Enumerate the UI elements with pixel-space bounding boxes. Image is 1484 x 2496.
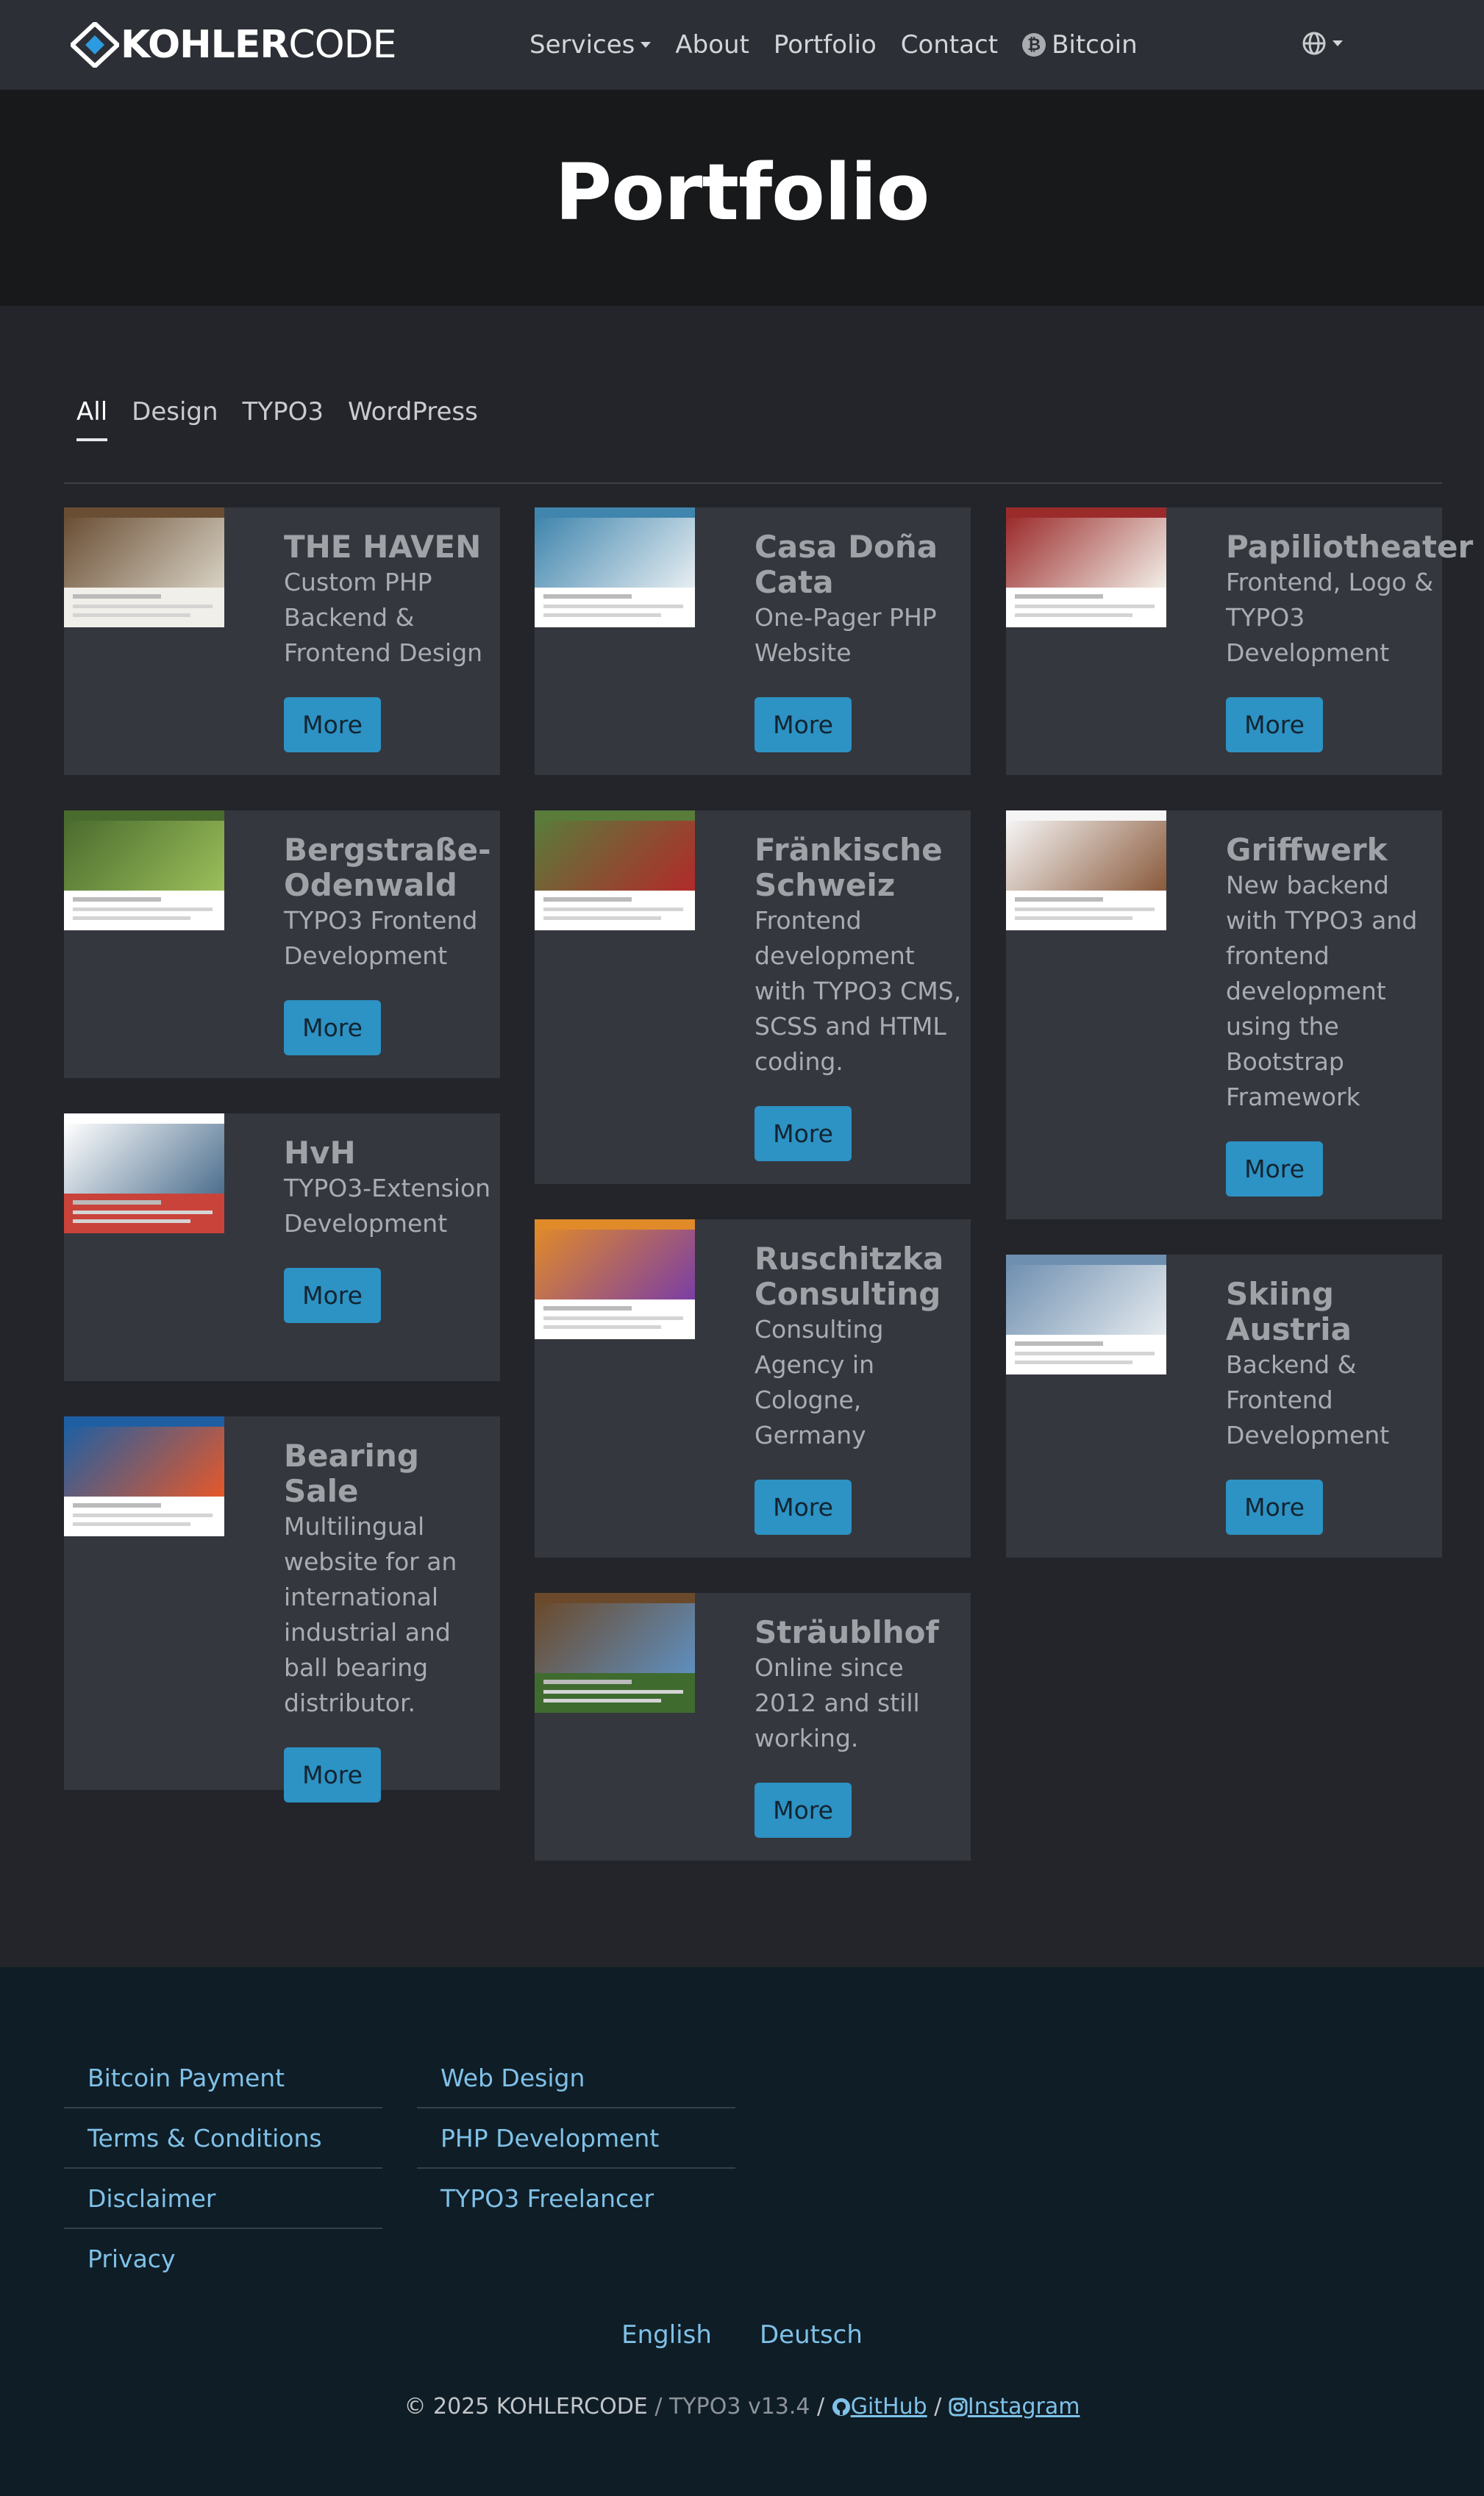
footer-service-links: Web Design PHP Development TYPO3 Freelan… bbox=[417, 2048, 735, 2229]
footer-legal-links: Bitcoin Payment Terms & Conditions Discl… bbox=[64, 2048, 382, 2289]
project-title: Papiliotheater bbox=[1226, 529, 1474, 565]
project-title: Bergstraße-Odenwald bbox=[284, 832, 491, 903]
project-title: Bearing Sale bbox=[284, 1438, 419, 1509]
project-description: TYPO3-Extension Development bbox=[284, 1174, 491, 1238]
project-description: New backend with TYPO3 and frontend deve… bbox=[1226, 871, 1418, 1111]
brand-logo-link[interactable]: KOHLERCODE bbox=[71, 22, 397, 68]
language-english-link[interactable]: English bbox=[621, 2320, 712, 2350]
language-deutsch-link[interactable]: Deutsch bbox=[760, 2320, 863, 2350]
github-link[interactable]: GitHub bbox=[832, 2394, 927, 2420]
instagram-icon bbox=[949, 2397, 968, 2417]
project-description: Backend & Frontend Development bbox=[1226, 1350, 1390, 1450]
project-title: Casa Doña Cata bbox=[755, 529, 938, 600]
site-footer: Bitcoin Payment Terms & Conditions Discl… bbox=[0, 1967, 1484, 2496]
footer-link-bitcoin-payment[interactable]: Bitcoin Payment bbox=[64, 2048, 382, 2108]
project-description: One-Pager PHP Website bbox=[755, 603, 937, 667]
top-navbar: KOHLERCODE Services About Portfolio Cont… bbox=[0, 0, 1484, 90]
filter-divider bbox=[64, 482, 1442, 484]
more-button[interactable]: More bbox=[284, 697, 381, 752]
nav-portfolio[interactable]: Portfolio bbox=[774, 30, 877, 60]
project-description: Consulting Agency in Cologne, Germany bbox=[755, 1315, 884, 1450]
more-button[interactable]: More bbox=[1226, 697, 1323, 752]
project-thumbnail[interactable] bbox=[64, 810, 224, 930]
project-thumbnail[interactable] bbox=[1006, 1255, 1166, 1374]
chevron-down-icon bbox=[1333, 40, 1343, 46]
project-description: Online since 2012 and still working. bbox=[755, 1653, 920, 1752]
filter-tab-all[interactable]: All bbox=[76, 397, 108, 441]
chevron-down-icon bbox=[641, 42, 652, 48]
portfolio-card: Sträublhof Online since 2012 and still w… bbox=[535, 1593, 971, 1861]
portfolio-card: Bergstraße-Odenwald TYPO3 Frontend Devel… bbox=[64, 810, 500, 1078]
footer-link-disclaimer[interactable]: Disclaimer bbox=[64, 2169, 382, 2229]
nav-services-dropdown[interactable]: Services bbox=[529, 30, 652, 60]
project-thumbnail[interactable] bbox=[535, 810, 695, 930]
copyright-text: © 2025 KOHLERCODE bbox=[404, 2394, 648, 2420]
github-icon bbox=[832, 2398, 850, 2416]
footer-link-php-development[interactable]: PHP Development bbox=[417, 2108, 735, 2169]
more-button[interactable]: More bbox=[284, 1747, 381, 1803]
kohlercode-logo-icon bbox=[71, 22, 119, 68]
nav-about[interactable]: About bbox=[675, 30, 749, 60]
project-thumbnail[interactable] bbox=[535, 1219, 695, 1339]
more-button[interactable]: More bbox=[755, 697, 852, 752]
project-description: Frontend, Logo & TYPO3 Development bbox=[1226, 568, 1433, 667]
portfolio-card: Fränkische Schweiz Frontend development … bbox=[535, 810, 971, 1184]
portfolio-card: Bearing Sale Multilingual website for an… bbox=[64, 1416, 500, 1803]
more-button[interactable]: More bbox=[755, 1783, 852, 1838]
bitcoin-icon: ₿ bbox=[1022, 33, 1046, 57]
project-description: Multilingual website for an internationa… bbox=[284, 1512, 457, 1717]
portfolio-card: THE HAVEN Custom PHP Backend & Frontend … bbox=[64, 507, 500, 775]
more-button[interactable]: More bbox=[1226, 1141, 1323, 1197]
project-thumbnail[interactable] bbox=[1006, 507, 1166, 627]
language-dropdown[interactable] bbox=[1302, 31, 1343, 56]
more-button[interactable]: More bbox=[284, 1268, 381, 1323]
project-title: Sträublhof bbox=[755, 1614, 939, 1650]
globe-icon bbox=[1302, 32, 1326, 55]
portfolio-card: Skiing Austria Backend & Frontend Develo… bbox=[1006, 1255, 1442, 1558]
instagram-link[interactable]: Instagram bbox=[949, 2394, 1080, 2420]
main-nav: Services About Portfolio Contact ₿ Bitcoi… bbox=[529, 25, 1162, 65]
project-thumbnail[interactable] bbox=[64, 1113, 224, 1233]
portfolio-filter-tabs: All Design TYPO3 WordPress bbox=[76, 397, 502, 441]
project-title: Ruschitzka Consulting bbox=[755, 1241, 944, 1312]
more-button[interactable]: More bbox=[284, 1000, 381, 1055]
project-thumbnail[interactable] bbox=[1006, 810, 1166, 930]
page-title: Portfolio bbox=[554, 147, 930, 238]
footer-link-web-design[interactable]: Web Design bbox=[417, 2048, 735, 2108]
brand-name: KOHLERCODE bbox=[121, 23, 397, 67]
portfolio-card: Ruschitzka Consulting Consulting Agency … bbox=[535, 1219, 971, 1558]
typo3-version: TYPO3 v13.4 bbox=[668, 2394, 810, 2420]
page-hero: Portfolio bbox=[0, 90, 1484, 306]
portfolio-card: Griffwerk New backend with TYPO3 and fro… bbox=[1006, 810, 1442, 1219]
portfolio-card: Papiliotheater Frontend, Logo & TYPO3 De… bbox=[1006, 507, 1474, 775]
nav-bitcoin[interactable]: ₿ Bitcoin bbox=[1022, 30, 1138, 60]
project-description: Custom PHP Backend & Frontend Design bbox=[284, 568, 483, 667]
footer-link-terms[interactable]: Terms & Conditions bbox=[64, 2108, 382, 2169]
project-title: Griffwerk bbox=[1226, 832, 1388, 868]
project-thumbnail[interactable] bbox=[64, 1416, 224, 1536]
footer-language-switch: English Deutsch bbox=[0, 2320, 1484, 2350]
more-button[interactable]: More bbox=[755, 1480, 852, 1535]
portfolio-card: HvH TYPO3-Extension Development More bbox=[64, 1113, 500, 1381]
project-title: Fränkische Schweiz bbox=[755, 832, 943, 903]
more-button[interactable]: More bbox=[755, 1106, 852, 1161]
footer-copyright: © 2025 KOHLERCODE / TYPO3 v13.4 / GitHub… bbox=[404, 2394, 1080, 2420]
footer-link-typo3-freelancer[interactable]: TYPO3 Freelancer bbox=[417, 2169, 735, 2229]
project-thumbnail[interactable] bbox=[64, 507, 224, 627]
project-description: Frontend development with TYPO3 CMS, SCS… bbox=[755, 906, 962, 1076]
filter-tab-typo3[interactable]: TYPO3 bbox=[243, 397, 324, 432]
project-title: THE HAVEN bbox=[284, 529, 482, 565]
filter-tab-wordpress[interactable]: WordPress bbox=[348, 397, 478, 432]
project-thumbnail[interactable] bbox=[535, 1593, 695, 1713]
filter-tab-design[interactable]: Design bbox=[132, 397, 218, 432]
project-thumbnail[interactable] bbox=[535, 507, 695, 627]
project-description: TYPO3 Frontend Development bbox=[284, 906, 478, 970]
more-button[interactable]: More bbox=[1226, 1480, 1323, 1535]
project-title: HvH bbox=[284, 1135, 356, 1171]
portfolio-card: Casa Doña Cata One-Pager PHP Website Mor… bbox=[535, 507, 971, 775]
project-title: Skiing Austria bbox=[1226, 1276, 1352, 1347]
nav-contact[interactable]: Contact bbox=[901, 30, 998, 60]
footer-link-privacy[interactable]: Privacy bbox=[64, 2229, 382, 2289]
